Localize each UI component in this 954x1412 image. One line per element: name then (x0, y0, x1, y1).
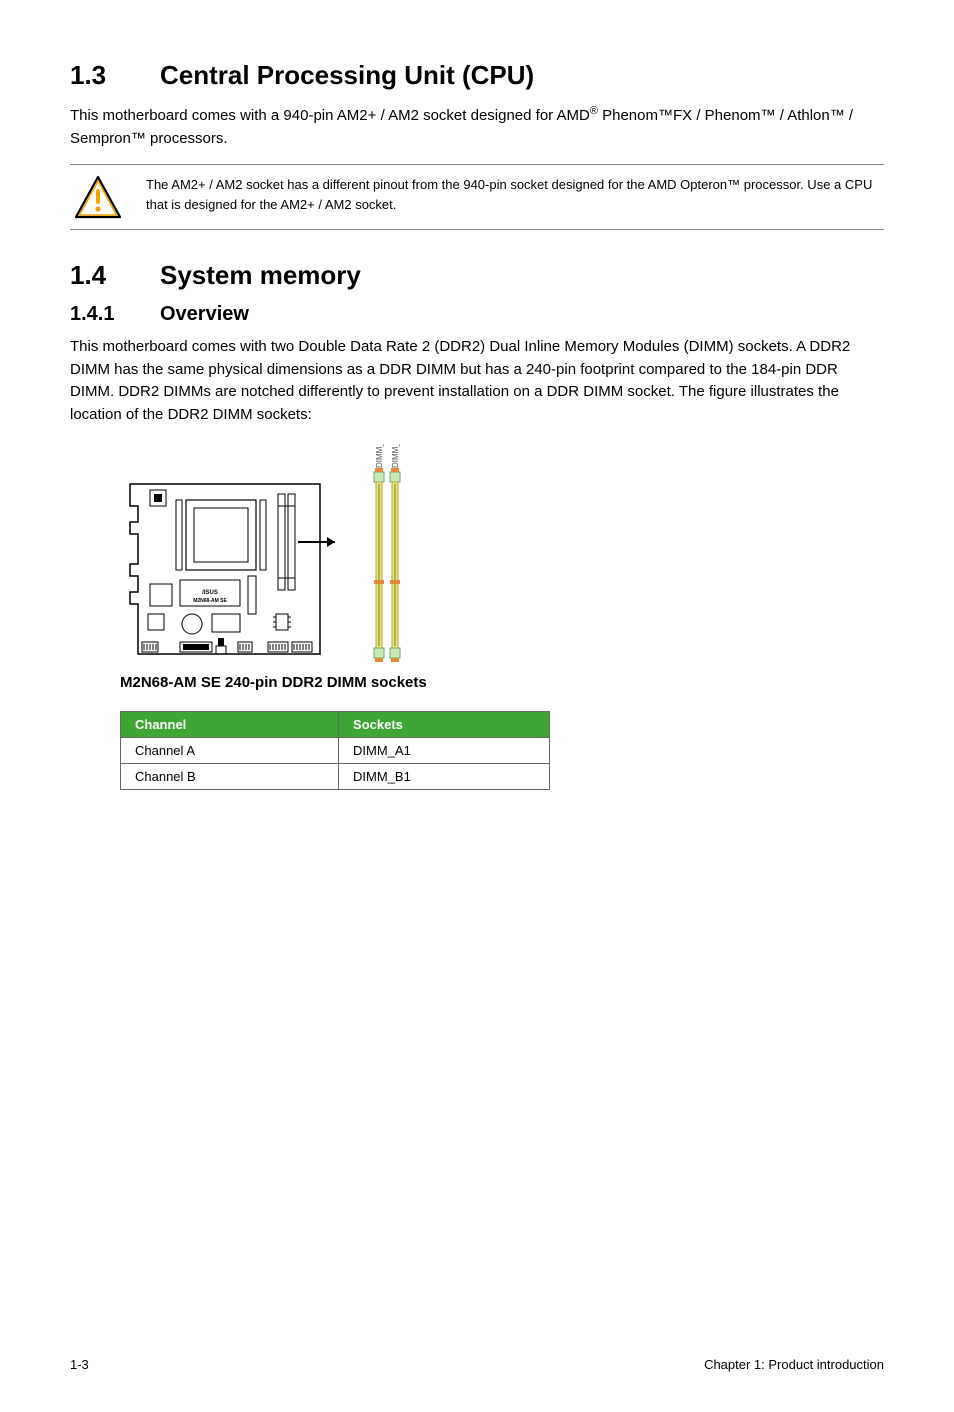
warning-icon (70, 175, 126, 219)
chapter-label: Chapter 1: Product introduction (704, 1357, 884, 1372)
svg-text:/ISUS: /ISUS (202, 590, 218, 596)
cpu-warning-text: The AM2+ / AM2 socket has a different pi… (146, 175, 884, 214)
table-row: Channel B DIMM_B1 (121, 764, 550, 790)
overview-body: This motherboard comes with two Double D… (70, 336, 884, 426)
svg-text:DIMM_B1: DIMM_B1 (391, 444, 400, 468)
header-channel: Channel (121, 712, 339, 738)
dimm-slots-icon: DIMM_A1 DIMM_B1 (368, 444, 428, 664)
section-1-3-title: Central Processing Unit (CPU) (160, 60, 534, 90)
page-footer: 1-3 Chapter 1: Product introduction (70, 1357, 884, 1372)
svg-text:M2N68-AM SE: M2N68-AM SE (193, 598, 227, 604)
channel-sockets-table: Channel Sockets Channel A DIMM_A1 Channe… (120, 711, 550, 790)
cpu-warning-callout: The AM2+ / AM2 socket has a different pi… (70, 164, 884, 230)
section-1-4-1-heading: 1.4.1Overview (70, 303, 884, 326)
motherboard-icon: /ISUS M2N68-AM SE (120, 464, 340, 664)
cell-channel: Channel B (121, 764, 339, 790)
cell-sockets: DIMM_B1 (339, 764, 550, 790)
diagram-caption: M2N68-AM SE 240-pin DDR2 DIMM sockets (120, 674, 884, 691)
section-1-3-number: 1.3 (70, 60, 160, 91)
cell-channel: Channel A (121, 738, 339, 764)
section-1-4-heading: 1.4System memory (70, 260, 884, 291)
section-1-4-number: 1.4 (70, 260, 160, 291)
section-1-4-title: System memory (160, 260, 361, 290)
svg-text:DIMM_A1: DIMM_A1 (375, 444, 384, 468)
dimm-diagram: /ISUS M2N68-AM SE (120, 444, 884, 664)
section-1-3-heading: 1.3Central Processing Unit (CPU) (70, 60, 884, 91)
cell-sockets: DIMM_A1 (339, 738, 550, 764)
table-row: Channel A DIMM_A1 (121, 738, 550, 764)
page-number: 1-3 (70, 1357, 89, 1372)
table-header-row: Channel Sockets (121, 712, 550, 738)
cpu-body-reg-mark: ® (590, 105, 598, 117)
cpu-body-pre: This motherboard comes with a 940-pin AM… (70, 107, 590, 124)
header-sockets: Sockets (339, 712, 550, 738)
section-1-3-body: This motherboard comes with a 940-pin AM… (70, 103, 884, 150)
section-1-4-1-title: Overview (160, 303, 249, 325)
section-1-4-1-number: 1.4.1 (70, 303, 160, 326)
